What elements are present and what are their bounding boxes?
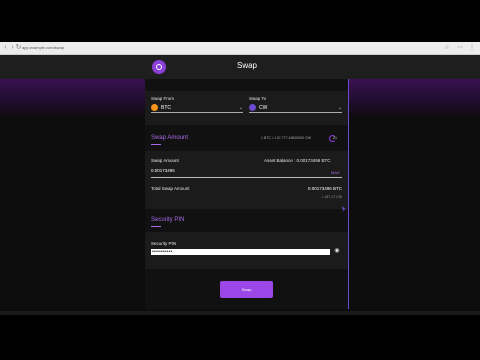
- swap-to-select[interactable]: CW ⌄: [249, 103, 342, 113]
- total-swap-converted: = 187.17 CW: [321, 195, 342, 199]
- cw-icon: [249, 104, 256, 111]
- page-title: Swap: [236, 61, 257, 70]
- amount-label: Swap Amount: [151, 158, 179, 163]
- total-swap-label: Total Swap Amount: [151, 186, 190, 191]
- eye-icon[interactable]: ◉: [333, 248, 341, 255]
- swap-from-select[interactable]: BTC ⌄: [151, 103, 243, 113]
- star-icon[interactable]: ☆: [444, 44, 450, 52]
- security-pin-title: Security PIN: [151, 217, 185, 223]
- reload-icon[interactable]: ↻: [15, 44, 22, 52]
- swap-to-coin: CW: [259, 105, 268, 111]
- back-icon[interactable]: ‹: [2, 44, 9, 52]
- pin-label: Security PIN: [151, 241, 177, 246]
- total-swap-value: 0.00173496 BTC: [307, 186, 342, 191]
- swap-from-coin: BTC: [161, 105, 171, 111]
- btc-icon: [151, 104, 158, 111]
- screen: ‹ › ↻ app.example.com/swap ☆ ⋯ ⋮ Swap Sw…: [0, 0, 480, 360]
- swap-to-label: Swap To: [249, 96, 267, 101]
- exchange-rate: 1 BTC = 137,777.49600000 CW: [261, 136, 311, 140]
- asset-balance: Asset Balance : 0.00173496 BTC: [264, 158, 331, 163]
- logo-icon[interactable]: [152, 60, 166, 74]
- pin-input[interactable]: [151, 249, 330, 255]
- url-text[interactable]: app.example.com/swap: [22, 44, 64, 52]
- extensions-icon[interactable]: ⋯: [457, 44, 463, 52]
- section-underline: [151, 226, 161, 227]
- panel-divider: [348, 79, 349, 309]
- taskbar: [0, 311, 480, 315]
- menu-icon[interactable]: ⋮: [469, 44, 475, 52]
- max-button[interactable]: MAX: [331, 170, 340, 175]
- chevron-down-icon: ⌄: [337, 105, 342, 111]
- app-header: Swap: [0, 55, 480, 79]
- swap-amount-title: Swap Amount: [151, 135, 189, 141]
- swap-amount-input[interactable]: 0.00173496: [151, 168, 175, 173]
- swap-button[interactable]: Swap: [220, 281, 273, 298]
- pin-masked-value: ••••••••••: [152, 249, 173, 255]
- address-bar[interactable]: ‹ › ↻ app.example.com/swap ☆ ⋯ ⋮: [0, 42, 480, 55]
- chevron-down-icon: ⌄: [238, 105, 243, 111]
- refresh-countdown: 21: [333, 136, 337, 140]
- section-underline: [151, 144, 161, 145]
- amount-underline: [151, 177, 342, 178]
- swap-from-label: Swap From: [151, 96, 175, 101]
